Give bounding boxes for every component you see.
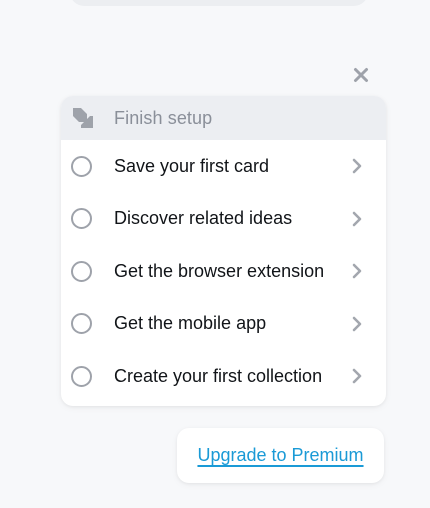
- task-label: Discover related ideas: [114, 208, 293, 229]
- radio-empty-icon: [71, 155, 92, 177]
- setup-task-discover-related-ideas[interactable]: Discover related ideas: [61, 193, 386, 246]
- close-button[interactable]: [350, 64, 372, 86]
- setup-checklist-title: Finish setup: [114, 107, 213, 128]
- radio-empty-icon: [71, 313, 92, 335]
- task-label: Create your first collection: [114, 365, 323, 386]
- setup-task-mobile-app[interactable]: Get the mobile app: [61, 298, 386, 351]
- setup-checklist-header: Finish setup: [61, 96, 386, 140]
- radio-empty-icon: [71, 365, 92, 387]
- setup-task-list: Save your first card Discover related id…: [61, 140, 386, 403]
- chevron-right-icon: [350, 211, 364, 227]
- arrow-down-right-icon: [71, 106, 95, 130]
- chevron-right-icon: [350, 263, 364, 279]
- chevron-right-icon: [350, 316, 364, 332]
- task-label: Get the browser extension: [114, 260, 325, 281]
- setup-task-browser-extension[interactable]: Get the browser extension: [61, 245, 386, 298]
- chevron-right-icon: [350, 368, 364, 384]
- task-label: Save your first card: [114, 155, 270, 176]
- radio-empty-icon: [71, 208, 92, 230]
- task-label: Get the mobile app: [114, 313, 267, 334]
- setup-checklist-card: Finish setup Save your first card Discov…: [61, 96, 386, 406]
- upgrade-panel: Upgrade to Premium: [177, 428, 384, 483]
- radio-empty-icon: [71, 260, 92, 282]
- upgrade-to-premium-link[interactable]: Upgrade to Premium: [197, 445, 363, 466]
- setup-task-save-first-card[interactable]: Save your first card: [61, 140, 386, 193]
- close-icon: [354, 68, 368, 82]
- setup-task-first-collection[interactable]: Create your first collection: [61, 350, 386, 403]
- chevron-right-icon: [350, 158, 364, 174]
- previous-card-edge: [70, 0, 368, 6]
